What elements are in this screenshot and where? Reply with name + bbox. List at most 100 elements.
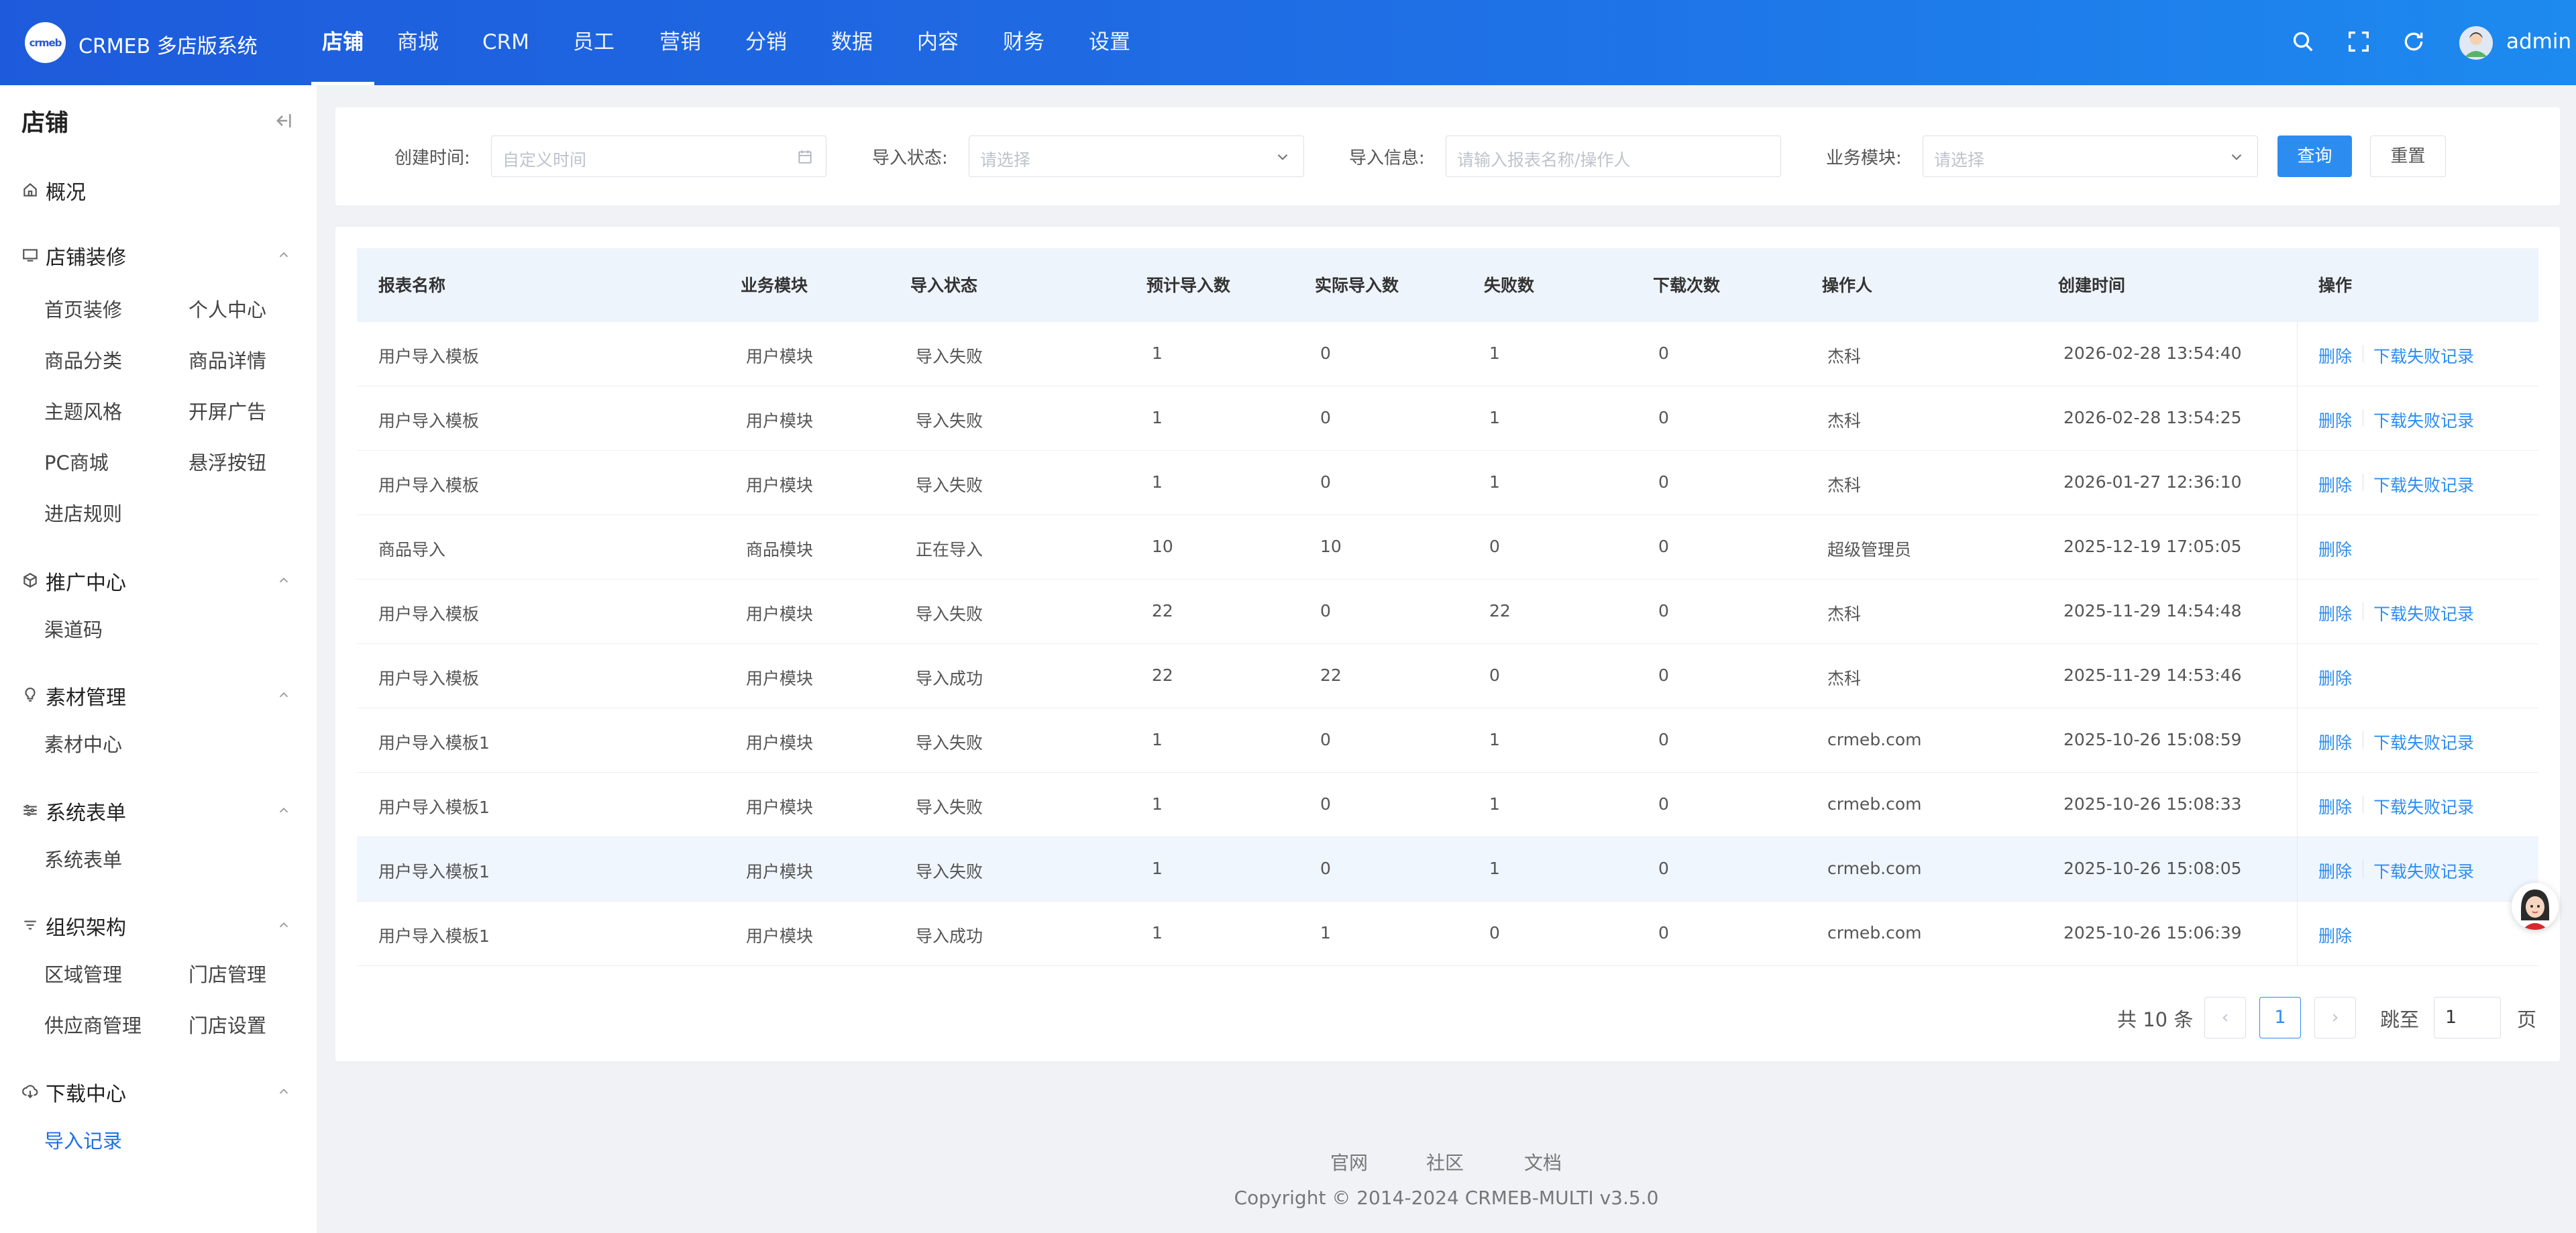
nav-item-0[interactable]: 店铺 — [311, 0, 374, 85]
logo[interactable]: crmeb — [25, 22, 66, 63]
sidebar-item-supplier-management[interactable]: 供应商管理 — [44, 1010, 142, 1038]
sidebar-item-store-management[interactable]: 门店管理 — [189, 959, 266, 987]
refresh-icon[interactable] — [2400, 28, 2427, 55]
cell-report-name: 用户导入模板 — [378, 669, 480, 688]
column-header-import-status: 导入状态 — [910, 276, 978, 295]
column-divider — [2297, 773, 2298, 837]
pagination-prev-button[interactable]: ‹ — [2204, 997, 2246, 1038]
nav-item-3[interactable]: 员工 — [550, 0, 637, 85]
delete-link[interactable]: 删除 — [2318, 601, 2352, 625]
delete-link[interactable]: 删除 — [2318, 730, 2352, 754]
import-info-input[interactable]: 请输入报表名称/操作人 — [1446, 136, 1781, 177]
avatar[interactable] — [2459, 26, 2493, 60]
delete-link[interactable]: 删除 — [2318, 472, 2352, 496]
nav-item-7[interactable]: 内容 — [895, 0, 981, 85]
download-failed-records-link[interactable]: 下载失败记录 — [2373, 859, 2474, 883]
sidebar-item-system-form[interactable]: 系统表单 — [44, 845, 122, 873]
cell-import-status: 导入成功 — [916, 669, 983, 688]
delete-link[interactable]: 删除 — [2318, 343, 2352, 368]
search-icon[interactable] — [2290, 28, 2316, 55]
cell-failed-count: 1 — [1489, 859, 1500, 878]
nav-item-4[interactable]: 营销 — [637, 0, 723, 85]
chevron-down-icon — [2228, 148, 2245, 166]
nav-item-6[interactable]: 数据 — [809, 0, 895, 85]
reset-button[interactable]: 重置 — [2370, 136, 2446, 177]
business-module-placeholder: 请选择 — [1934, 150, 1985, 170]
cell-report-name: 用户导入模板1 — [378, 798, 490, 817]
customer-service-button[interactable] — [2512, 883, 2559, 930]
nav-item-8[interactable]: 财务 — [981, 0, 1067, 85]
download-failed-records-link[interactable]: 下载失败记录 — [2373, 408, 2474, 432]
cell-operator: crmeb.com — [1827, 859, 1922, 878]
username[interactable]: admin — [2506, 30, 2571, 54]
delete-link[interactable]: 删除 — [2318, 923, 2352, 947]
sidebar-group-system-form[interactable]: 系统表单 — [0, 787, 317, 834]
cell-expected-count: 1 — [1152, 859, 1163, 878]
business-module-select[interactable]: 请选择 — [1923, 136, 2258, 177]
sidebar-item-float-button[interactable]: 悬浮按钮 — [189, 447, 266, 476]
sidebar-item-splash-ad[interactable]: 开屏广告 — [189, 396, 266, 425]
pagination-page-1[interactable]: 1 — [2259, 997, 2301, 1038]
cell-report-name: 商品导入 — [378, 540, 446, 559]
sidebar-item-product-category[interactable]: 商品分类 — [44, 345, 122, 374]
sidebar-item-product-detail[interactable]: 商品详情 — [189, 345, 266, 374]
table-row: 用户导入模板 用户模块 导入失败 1 0 1 0 杰科 2026-02-28 13:54:40 删… — [357, 322, 2538, 386]
sidebar-group-download-center[interactable]: 下载中心 — [0, 1068, 317, 1115]
footer-link-community[interactable]: 社区 — [1426, 1148, 1464, 1175]
sidebar-item-import-records[interactable]: 导入记录 — [44, 1126, 122, 1154]
sidebar-item-home-decoration[interactable]: 首页装修 — [44, 294, 122, 323]
download-failed-records-link[interactable]: 下载失败记录 — [2373, 794, 2474, 818]
table-row: 用户导入模板 用户模块 导入失败 1 0 1 0 杰科 2026-02-28 13:54:25 删… — [357, 386, 2538, 451]
download-failed-records-link[interactable]: 下载失败记录 — [2373, 343, 2474, 368]
collapse-sidebar-icon[interactable] — [271, 109, 294, 132]
sidebar-group-decoration[interactable]: 店铺装修 — [0, 231, 317, 278]
cell-failed-count: 1 — [1489, 730, 1500, 749]
top-nav: 店铺 商城 CRM 员工 营销 分销 数据 内容 财务 设置 — [311, 0, 1152, 85]
sidebar-item-pc-mall[interactable]: PC商城 — [44, 447, 109, 476]
sidebar-group-promotion[interactable]: 推广中心 — [0, 557, 317, 604]
cell-business-module: 用户模块 — [746, 347, 814, 366]
pagination-total: 共 10 条 — [2117, 1008, 2194, 1031]
footer-link-official-site[interactable]: 官网 — [1330, 1148, 1368, 1175]
download-failed-records-link[interactable]: 下载失败记录 — [2373, 730, 2474, 754]
pagination-next-button[interactable]: › — [2314, 997, 2356, 1038]
sidebar: 店铺 概况 店铺装修 首页装修 个人中心 商品分类 商品详情 主题风格 开屏广告… — [0, 85, 317, 1233]
sidebar-item-theme-style[interactable]: 主题风格 — [44, 396, 122, 425]
delete-link[interactable]: 删除 — [2318, 665, 2352, 690]
delete-link[interactable]: 删除 — [2318, 537, 2352, 561]
sidebar-group-label: 概况 — [46, 181, 86, 205]
column-header-report-name: 报表名称 — [378, 276, 446, 295]
sidebar-item-region-management[interactable]: 区域管理 — [44, 959, 122, 987]
nav-item-2[interactable]: CRM — [462, 0, 550, 85]
table-row: 用户导入模板1 用户模块 导入失败 1 0 1 0 crmeb.com 2025-10-26 1… — [357, 773, 2538, 837]
sidebar-item-store-entry-rules[interactable]: 进店规则 — [44, 498, 122, 527]
import-status-select[interactable]: 请选择 — [969, 136, 1304, 177]
footer-link-docs[interactable]: 文档 — [1524, 1148, 1562, 1175]
nav-item-1[interactable]: 商城 — [374, 0, 462, 85]
download-failed-records-link[interactable]: 下载失败记录 — [2373, 472, 2474, 496]
delete-link[interactable]: 删除 — [2318, 408, 2352, 432]
business-module-label: 业务模块: — [1826, 148, 1902, 168]
nav-item-5[interactable]: 分销 — [723, 0, 809, 85]
sidebar-group-material[interactable]: 素材管理 — [0, 672, 317, 718]
cell-report-name: 用户导入模板 — [378, 347, 480, 366]
cell-business-module: 用户模块 — [746, 669, 814, 688]
sidebar-item-user-center[interactable]: 个人中心 — [189, 294, 266, 323]
sidebar-item-store-settings[interactable]: 门店设置 — [189, 1010, 266, 1038]
delete-link[interactable]: 删除 — [2318, 794, 2352, 818]
fullscreen-icon[interactable] — [2345, 28, 2372, 55]
delete-link[interactable]: 删除 — [2318, 859, 2352, 883]
cell-failed-count: 0 — [1489, 665, 1500, 685]
sidebar-item-material-center[interactable]: 素材中心 — [44, 729, 122, 757]
sidebar-group-organization[interactable]: 组织架构 — [0, 902, 317, 949]
pagination-jump-input[interactable]: 1 — [2434, 997, 2501, 1038]
sidebar-item-channel-code[interactable]: 渠道码 — [44, 614, 103, 643]
created-time-picker[interactable]: 自定义时间 — [491, 136, 826, 177]
search-button[interactable]: 查询 — [2277, 136, 2352, 177]
chevron-up-icon — [276, 688, 291, 702]
cell-import-status: 导入失败 — [916, 798, 983, 817]
cell-report-name: 用户导入模板 — [378, 411, 480, 431]
nav-item-9[interactable]: 设置 — [1067, 0, 1152, 85]
download-failed-records-link[interactable]: 下载失败记录 — [2373, 601, 2474, 625]
sidebar-item-overview[interactable]: 概况 — [0, 166, 317, 213]
